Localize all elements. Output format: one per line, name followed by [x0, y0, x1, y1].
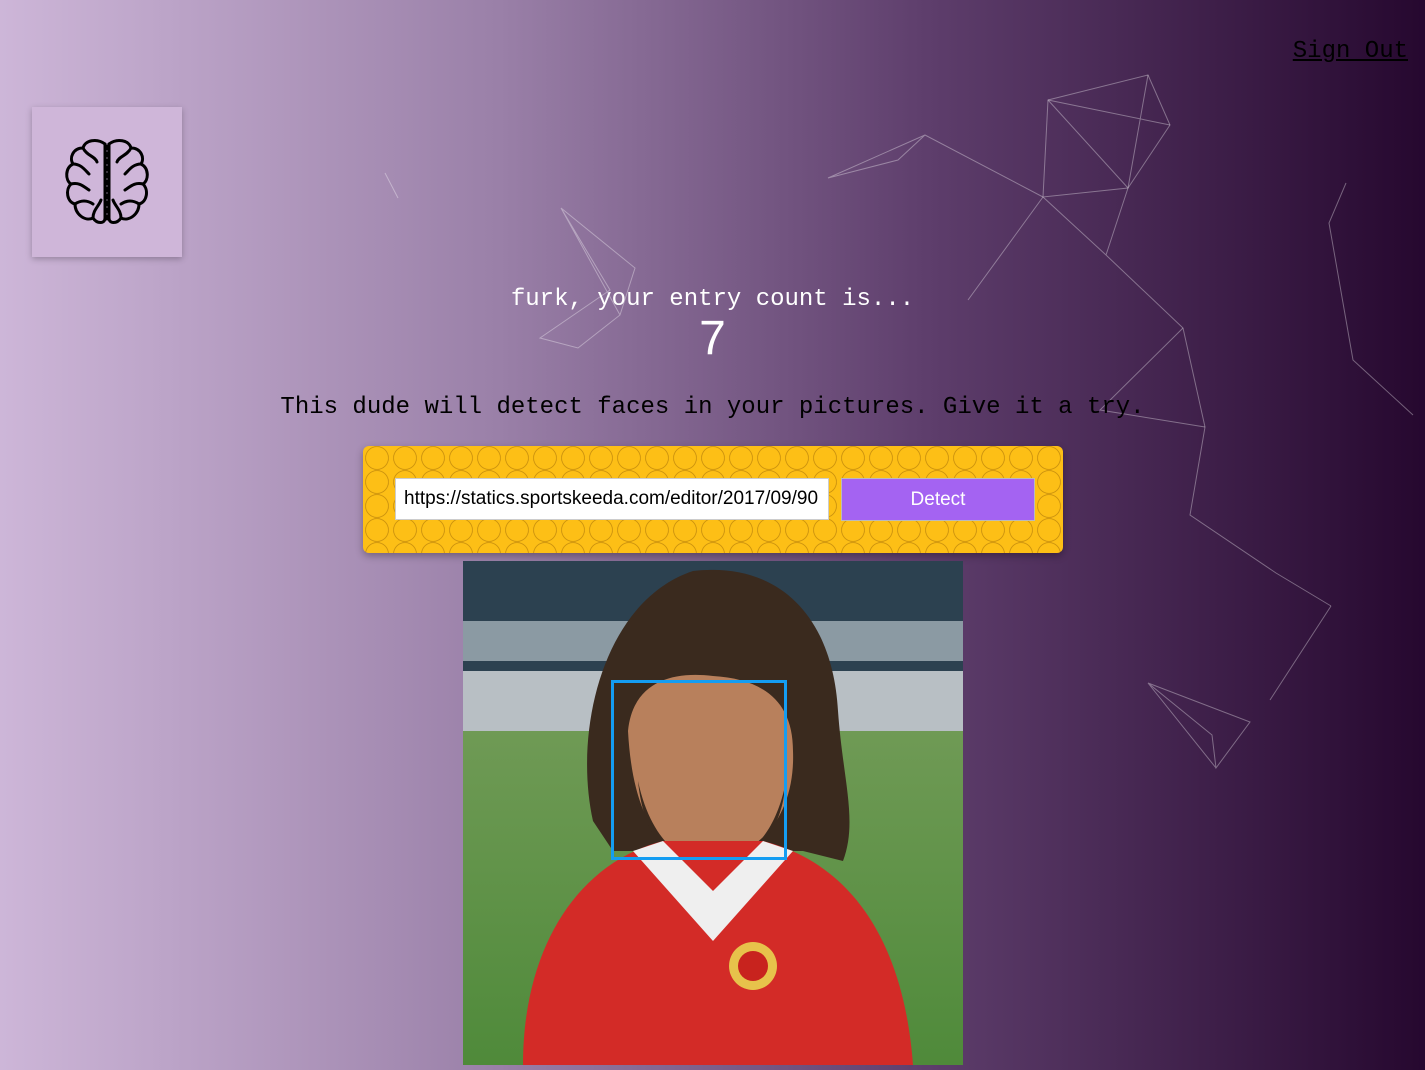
entry-count-label: furk, your entry count is... [510, 286, 915, 313]
image-url-input[interactable] [395, 478, 829, 520]
face-image [463, 561, 963, 1065]
tagline-text: This dude will detect faces in your pict… [280, 394, 1145, 421]
logo-card [32, 107, 182, 257]
image-link-form: Detect [363, 446, 1063, 553]
entry-count-value: 7 [699, 312, 726, 365]
brain-icon [65, 139, 149, 224]
face-bounding-box [611, 680, 787, 860]
sign-out-link[interactable]: Sign Out [1293, 38, 1408, 65]
detect-button[interactable]: Detect [841, 478, 1035, 521]
entry-rank: furk, your entry count is... 7 [0, 286, 1425, 366]
